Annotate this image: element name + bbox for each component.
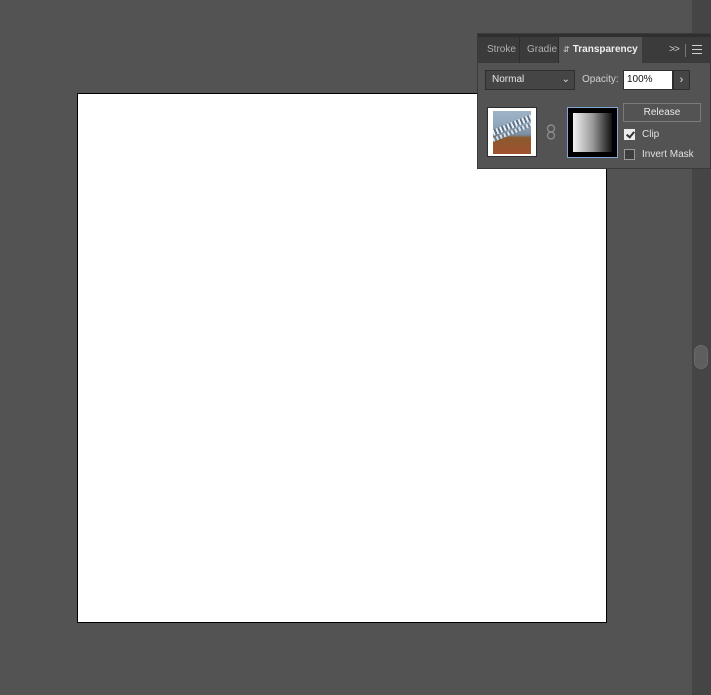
panel-menu-icon[interactable] (692, 45, 702, 54)
mask-thumbnail-gradient (571, 111, 614, 154)
collapse-panel-button[interactable]: >> (667, 37, 681, 63)
invert-mask-checkbox[interactable] (624, 149, 635, 160)
collapse-icon: >> (669, 44, 680, 55)
clip-label: Clip (642, 129, 660, 140)
opacity-slider-button[interactable]: › (673, 70, 690, 90)
object-thumbnail-image (493, 111, 531, 154)
vertical-scrollbar-thumb[interactable] (694, 345, 708, 369)
mask-thumbnail[interactable] (567, 107, 618, 158)
opacity-label: Opacity: (582, 74, 619, 85)
tab-transparency-label: Transparency (572, 44, 638, 55)
chevron-down-icon: ⌄ (561, 74, 570, 85)
blend-mode-select[interactable]: Normal ⌄ (485, 70, 575, 90)
tab-transparency[interactable]: ⇵ Transparency (559, 37, 642, 63)
release-button-label: Release (643, 107, 681, 118)
invert-mask-label: Invert Mask (642, 149, 694, 160)
tab-gradient[interactable]: Gradie (520, 37, 559, 63)
opacity-value: 100% (627, 74, 653, 85)
object-thumbnail[interactable] (487, 107, 537, 157)
opacity-input[interactable]: 100% (623, 70, 673, 90)
transparency-panel: Stroke Gradie ⇵ Transparency >> Normal ⌄ … (477, 33, 711, 169)
tab-options-icon: ⇵ (563, 45, 570, 54)
tab-gradient-label: Gradie (527, 44, 558, 55)
tabbar-divider (685, 44, 686, 57)
checkmark-icon (626, 129, 635, 139)
chevron-right-icon: › (679, 74, 684, 86)
tab-stroke-label: Stroke (487, 44, 516, 55)
link-icon[interactable] (546, 124, 556, 140)
blend-mode-value: Normal (492, 74, 525, 85)
tab-stroke[interactable]: Stroke (478, 37, 520, 63)
release-button[interactable]: Release (623, 103, 701, 122)
clip-checkbox[interactable] (624, 129, 635, 140)
artboard[interactable] (77, 93, 607, 623)
